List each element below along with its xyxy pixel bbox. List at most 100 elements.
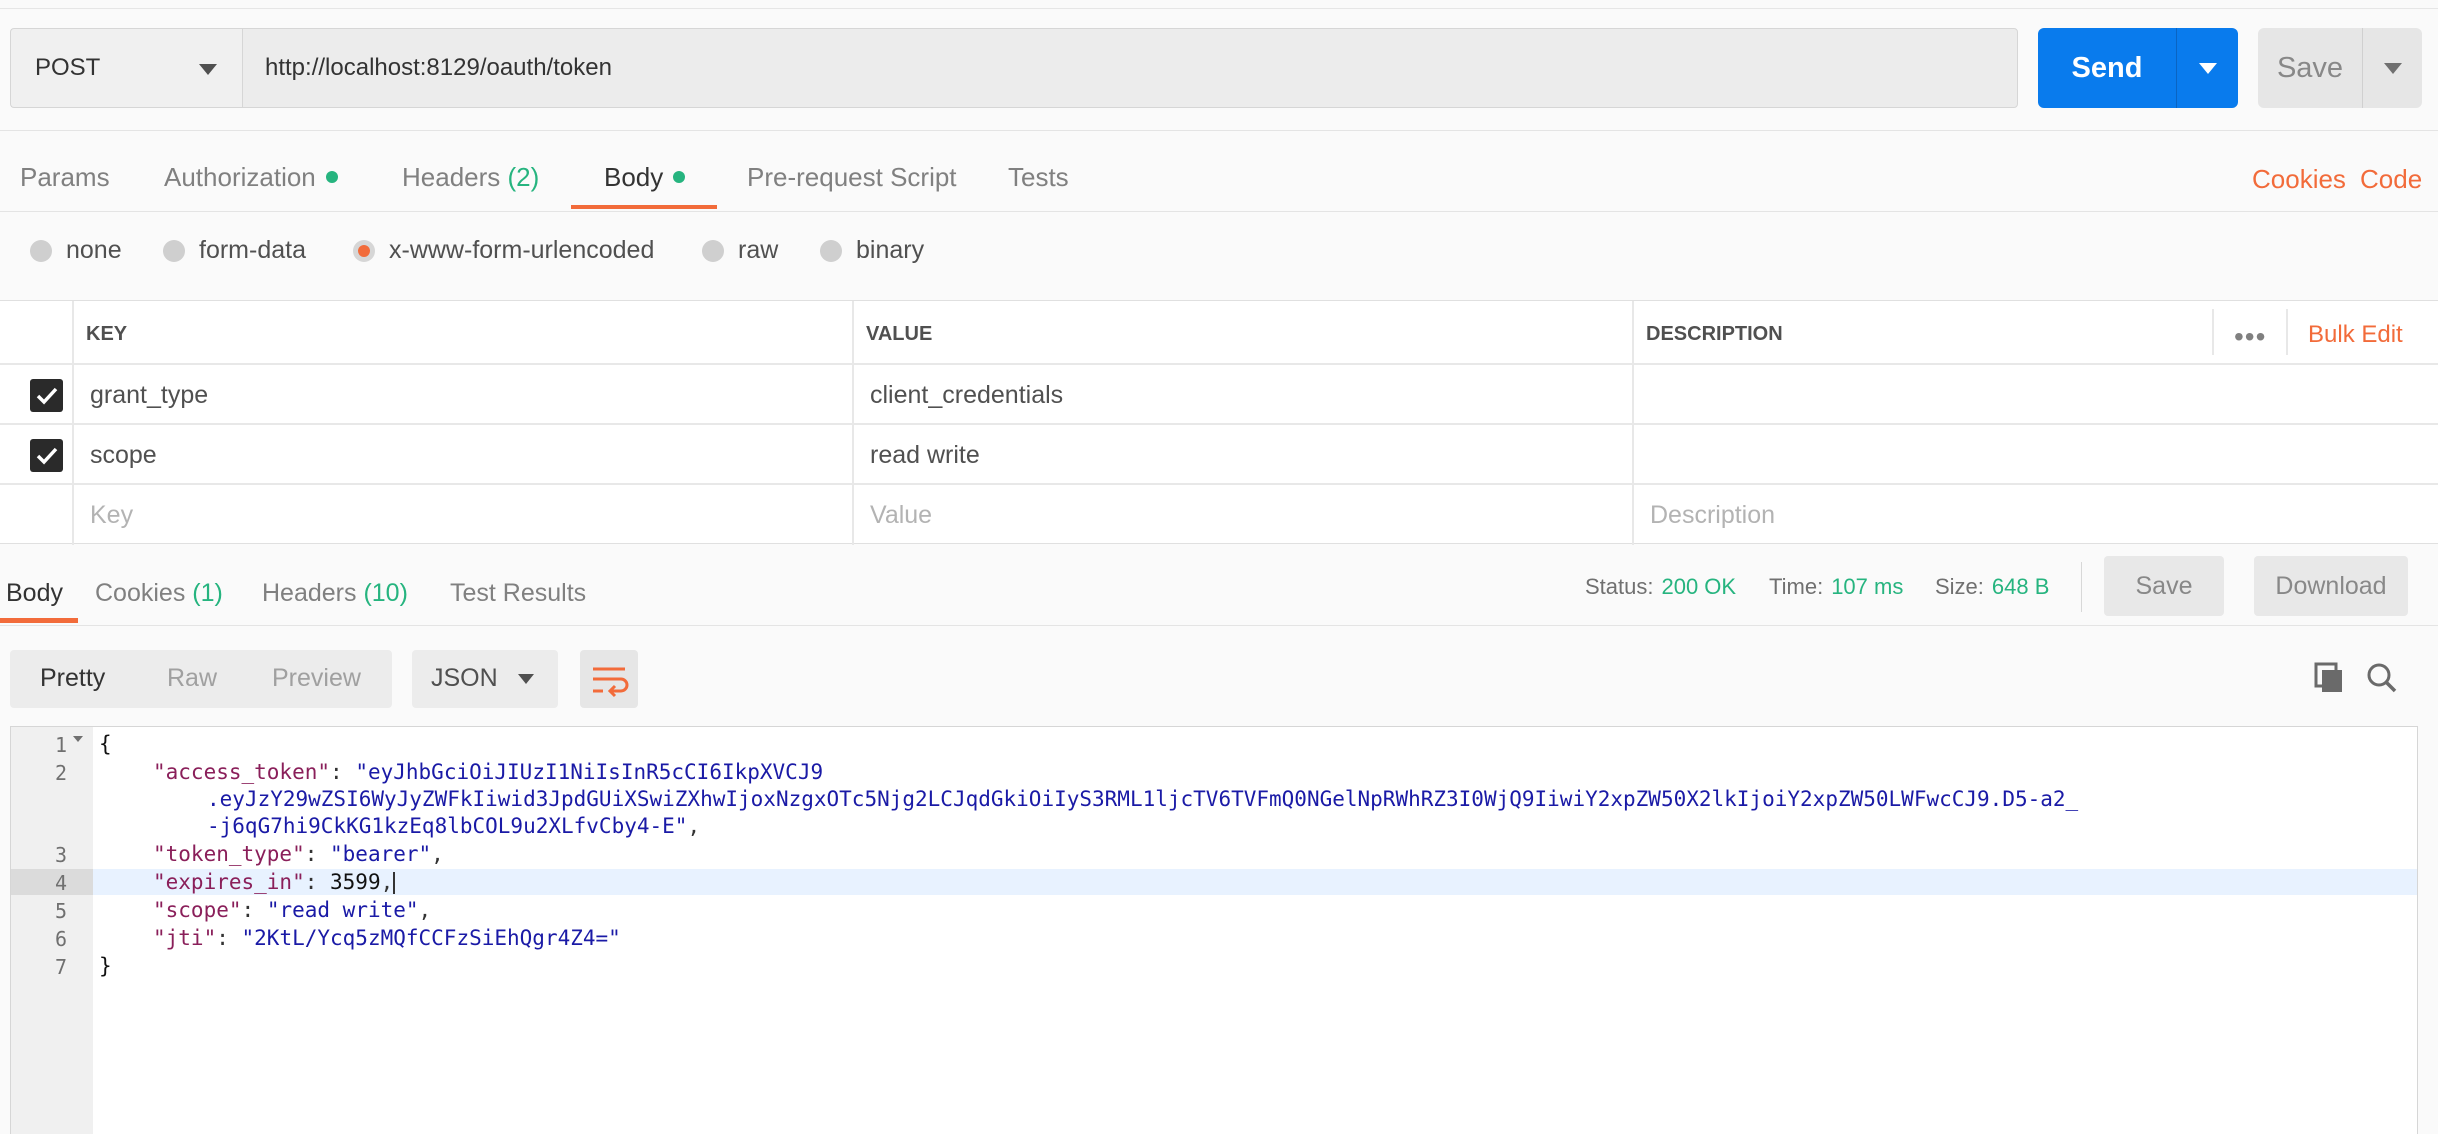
param-key[interactable]: grant_type bbox=[90, 381, 208, 410]
view-mode-raw[interactable]: Raw bbox=[167, 664, 217, 693]
response-tab-test-results[interactable]: Test Results bbox=[450, 579, 586, 608]
code-line: "jti": "2KtL/Ycq5zMQfCCFzSiEhQgr4Z4=" bbox=[153, 926, 621, 950]
tab-count: (10) bbox=[363, 579, 408, 607]
param-key[interactable]: scope bbox=[90, 441, 157, 470]
download-button[interactable]: Download bbox=[2254, 556, 2408, 616]
divider bbox=[0, 130, 2438, 131]
check-icon bbox=[36, 387, 58, 405]
send-options-button[interactable] bbox=[2176, 28, 2238, 108]
line-number: 1 bbox=[54, 733, 67, 757]
params-table: KEY VALUE DESCRIPTION ••• Bulk Edit gran… bbox=[0, 300, 2438, 545]
row-checkbox-checked[interactable] bbox=[30, 439, 63, 472]
radio-x-www-form-urlencoded[interactable]: x-www-form-urlencoded bbox=[353, 236, 654, 265]
chevron-down-icon bbox=[2384, 63, 2402, 74]
status-value: 200 OK bbox=[1661, 574, 1737, 599]
response-tab-body[interactable]: Body bbox=[6, 579, 63, 608]
radio-selected-icon bbox=[353, 239, 375, 262]
code-link[interactable]: Code bbox=[2360, 164, 2422, 195]
radio-circle-icon bbox=[30, 239, 52, 262]
tab-label: Authorization bbox=[164, 162, 316, 192]
tab-count: (1) bbox=[192, 579, 223, 607]
bulk-edit-link[interactable]: Bulk Edit bbox=[2308, 321, 2403, 349]
radio-form-data[interactable]: form-data bbox=[163, 236, 306, 265]
divider bbox=[0, 625, 2438, 626]
tab-params[interactable]: Params bbox=[20, 162, 110, 193]
new-description-input[interactable]: Description bbox=[1650, 501, 1775, 530]
radio-binary[interactable]: binary bbox=[820, 236, 924, 265]
wrap-lines-icon bbox=[593, 667, 629, 698]
view-mode-segmented-control: Pretty Raw Preview bbox=[10, 650, 392, 708]
line-number: 5 bbox=[54, 899, 67, 923]
tab-body[interactable]: Body bbox=[604, 162, 686, 193]
param-value[interactable]: read write bbox=[870, 441, 980, 470]
json-string: "read write" bbox=[266, 898, 419, 922]
cookies-link[interactable]: Cookies bbox=[2252, 164, 2346, 195]
tab-pre-request-script[interactable]: Pre-request Script bbox=[747, 162, 957, 193]
radio-none[interactable]: none bbox=[30, 236, 122, 265]
divider bbox=[0, 211, 2438, 212]
line-number: 6 bbox=[54, 927, 67, 951]
response-tab-cookies[interactable]: Cookies (1) bbox=[95, 579, 223, 608]
tab-authorization[interactable]: Authorization bbox=[164, 162, 338, 193]
time-readout: Time: 107 ms bbox=[1769, 574, 1903, 600]
tab-label: Pre-request Script bbox=[747, 162, 957, 192]
format-select[interactable]: JSON bbox=[412, 650, 558, 708]
new-key-input[interactable]: Key bbox=[90, 501, 133, 530]
tab-label: Params bbox=[20, 162, 110, 192]
json-key: "jti" bbox=[153, 926, 217, 950]
tab-count: (2) bbox=[507, 162, 540, 192]
chevron-down-icon bbox=[2199, 63, 2217, 74]
tab-headers[interactable]: Headers (2) bbox=[402, 162, 539, 193]
top-divider bbox=[0, 8, 2438, 9]
url-input[interactable]: http://localhost:8129/oauth/token bbox=[242, 28, 2018, 108]
status-readout: Status: 200 OK bbox=[1585, 574, 1736, 600]
radio-label: x-www-form-urlencoded bbox=[389, 236, 655, 264]
send-button[interactable]: Send bbox=[2038, 28, 2176, 108]
row-checkbox-checked[interactable] bbox=[30, 379, 63, 412]
radio-label: binary bbox=[856, 236, 925, 264]
view-mode-pretty[interactable]: Pretty bbox=[40, 664, 105, 693]
radio-circle-icon bbox=[820, 239, 842, 262]
fold-arrow-icon[interactable] bbox=[73, 736, 83, 742]
search-icon[interactable] bbox=[2366, 662, 2398, 699]
param-value[interactable]: client_credentials bbox=[870, 381, 1063, 410]
size-readout: Size: 648 B bbox=[1935, 574, 2049, 600]
code-line-wrapped: .eyJzY29wZSI6WyJyZWFkIiwid3JpdGUiXSwiZXh… bbox=[207, 787, 2078, 811]
column-header-key: KEY bbox=[86, 323, 128, 345]
new-value-input[interactable]: Value bbox=[870, 501, 932, 530]
tab-label: Body bbox=[604, 162, 664, 192]
chevron-down-icon bbox=[518, 674, 534, 684]
response-tab-headers[interactable]: Headers (10) bbox=[262, 579, 408, 608]
view-mode-preview[interactable]: Preview bbox=[272, 664, 361, 693]
more-options-icon[interactable]: ••• bbox=[2234, 321, 2266, 353]
response-body-editor[interactable]: 1 2 3 4 5 6 7 { "access_token": "eyJhbGc… bbox=[10, 726, 2418, 1134]
line-number: 2 bbox=[54, 761, 67, 785]
copy-icon[interactable] bbox=[2314, 662, 2344, 699]
save-options-button[interactable] bbox=[2362, 28, 2422, 108]
line-number: 4 bbox=[54, 871, 67, 895]
divider bbox=[2081, 562, 2082, 612]
json-string: "2KtL/Ycq5zMQfCCFzSiEhQgr4Z4=" bbox=[241, 926, 621, 950]
json-brace: { bbox=[99, 732, 112, 756]
table-divider bbox=[0, 363, 2438, 365]
code-line: "expires_in": 3599, bbox=[153, 870, 396, 894]
code-line: "token_type": "bearer", bbox=[153, 842, 444, 866]
radio-raw[interactable]: raw bbox=[702, 236, 778, 265]
chevron-down-icon bbox=[199, 64, 217, 75]
radio-circle-icon bbox=[163, 239, 185, 262]
column-header-description: DESCRIPTION bbox=[1646, 323, 1783, 345]
save-response-button[interactable]: Save bbox=[2104, 556, 2224, 616]
json-brace: } bbox=[99, 954, 112, 978]
wrap-lines-button[interactable] bbox=[580, 650, 638, 708]
save-request-button[interactable]: Save bbox=[2258, 28, 2362, 108]
code-line: } bbox=[99, 954, 112, 978]
line-number: 7 bbox=[54, 955, 67, 979]
tab-label: Test Results bbox=[450, 579, 587, 607]
header-separator bbox=[2286, 309, 2288, 355]
status-label: Status: bbox=[1585, 574, 1654, 599]
method-select[interactable]: POST bbox=[10, 28, 242, 108]
tab-tests[interactable]: Tests bbox=[1008, 162, 1069, 193]
radio-circle-icon bbox=[702, 239, 724, 262]
status-dot-icon bbox=[673, 171, 686, 184]
active-tab-indicator bbox=[0, 618, 78, 623]
